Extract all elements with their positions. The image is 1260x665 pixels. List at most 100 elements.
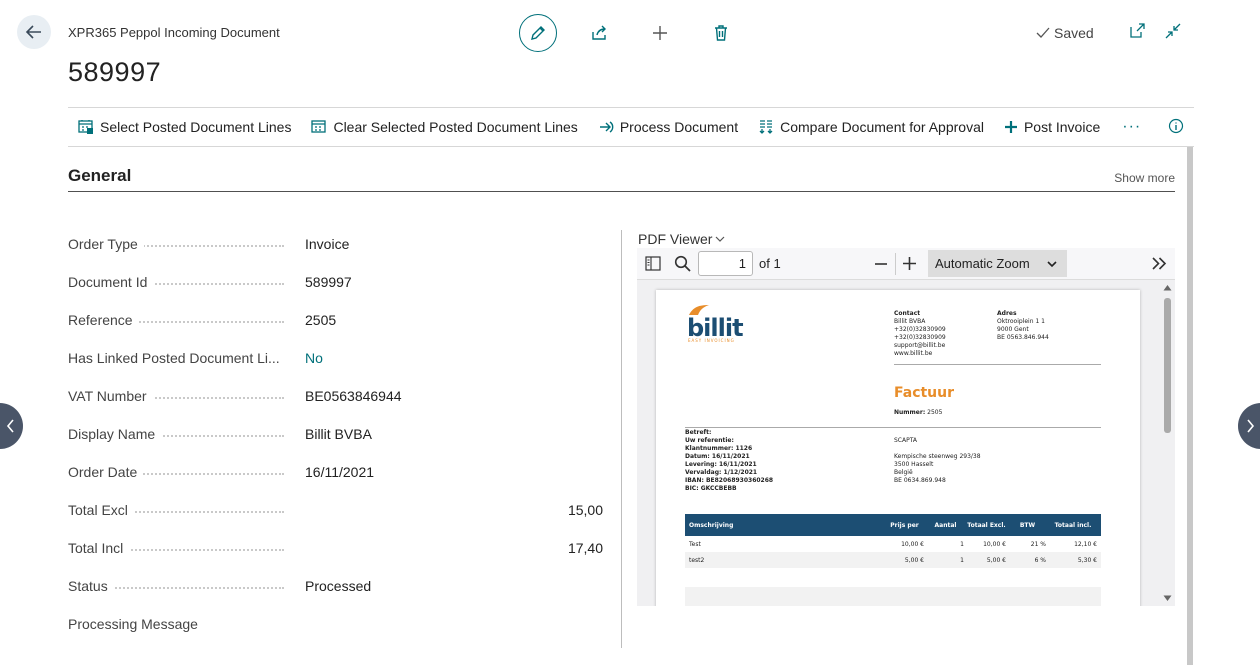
column-header: Aantal [934, 521, 957, 529]
chevron-down-icon [1047, 250, 1057, 277]
post-invoice-action[interactable]: Post Invoice [994, 119, 1110, 135]
new-button[interactable] [641, 14, 679, 52]
field-processing-message: Processing Message [68, 605, 603, 643]
field-value[interactable]: Invoice [305, 236, 349, 252]
column-divider [621, 230, 622, 648]
field-value[interactable]: Billit BVBA [305, 426, 372, 442]
field-display-name: Display Name Billit BVBA [68, 415, 603, 453]
contact-line: +32(0)32830909 [894, 334, 946, 341]
contact-line: www.billit.be [894, 350, 933, 357]
divider-line [685, 427, 1101, 428]
scroll-down-icon[interactable] [1163, 595, 1172, 602]
plus-icon [653, 26, 667, 40]
zoom-in-icon[interactable] [902, 256, 917, 271]
table-cell: 21 % [1030, 540, 1046, 548]
address-line: BE 0563.846.944 [997, 334, 1049, 341]
field-label: Order Type [68, 236, 144, 252]
field-label: Total Excl [68, 502, 134, 518]
check-icon [1036, 27, 1050, 38]
process-document-action[interactable]: Process Document [588, 119, 748, 135]
field-label: Order Date [68, 464, 144, 480]
top-actions [519, 14, 740, 52]
customer-line: 3500 Hasselt [894, 461, 934, 468]
invoice-lines-table: Omschrijving Prijs per Aantal Totaal Exc… [685, 514, 1101, 568]
select-posted-lines-action[interactable]: Select Posted Document Lines [68, 119, 301, 135]
chevron-left-icon [6, 419, 14, 433]
page-number-input[interactable]: 1 [698, 251, 753, 276]
column-header: Totaal incl. [1054, 521, 1092, 529]
field-value[interactable]: 2505 [305, 312, 336, 328]
arrow-left-icon [25, 25, 41, 39]
section-title[interactable]: General [68, 166, 1175, 186]
more-actions-button[interactable]: ··· [1110, 118, 1153, 136]
chevron-right-icon [1247, 419, 1255, 433]
window-controls [1128, 22, 1182, 40]
info-icon[interactable] [1168, 118, 1184, 134]
document-type: Factuur [894, 385, 955, 401]
field-value[interactable]: 15,00 [568, 502, 603, 518]
invoice-number: Nummer: 2505 [894, 409, 942, 417]
field-value[interactable]: 17,40 [568, 540, 603, 556]
zoom-out-icon[interactable] [874, 257, 888, 271]
field-label: Document Id [68, 274, 154, 290]
contact-line: Billit BVBA [894, 318, 926, 325]
previous-record-button[interactable] [0, 403, 23, 449]
field-value[interactable]: Processed [305, 578, 371, 594]
double-chevron-right-icon[interactable] [1151, 256, 1167, 271]
table-cell: 5,00 € [986, 556, 1006, 564]
general-fields: Order Type Invoice Document Id 589997 Re… [68, 225, 603, 643]
table-cell: 1 [960, 540, 964, 548]
invoice-meta: Betreft: Uw referentie: Klantnummer: 112… [685, 429, 773, 493]
field-value[interactable]: 16/11/2021 [305, 464, 374, 480]
collapse-icon[interactable] [1164, 22, 1182, 40]
action-label: Process Document [619, 119, 739, 135]
field-label: Has Linked Posted Document Li... [68, 350, 286, 366]
field-has-linked-posted-document: Has Linked Posted Document Li... No [68, 339, 603, 377]
field-total-incl: Total Incl 17,40 [68, 529, 603, 567]
action-label: Clear Selected Posted Document Lines [333, 119, 578, 135]
table-cell: 10,00 € [983, 540, 1006, 548]
share-button[interactable] [580, 14, 618, 52]
select-lines-icon [78, 120, 93, 134]
edit-button[interactable] [519, 14, 557, 52]
customer-line: SCAPTA [894, 437, 918, 444]
customer-line: BE 0634.869.948 [894, 477, 946, 484]
compare-document-action[interactable]: Compare Document for Approval [748, 119, 994, 135]
chevron-down-icon [716, 236, 725, 242]
clear-posted-lines-action[interactable]: Clear Selected Posted Document Lines [301, 119, 587, 135]
pdf-viewer-label[interactable]: PDF Viewer [638, 231, 725, 247]
table-row: test2 5,00 € 1 5,00 € 6 % 5,30 € [685, 552, 1101, 568]
field-label: Reference [68, 312, 139, 328]
general-section-header: General Show more [68, 166, 1175, 192]
number-value: 2505 [927, 409, 943, 416]
share-icon [592, 25, 606, 40]
scroll-up-icon[interactable] [1163, 284, 1172, 291]
search-icon[interactable] [674, 255, 691, 272]
field-vat-number: VAT Number BE0563846944 [68, 377, 603, 415]
sidebar-toggle-icon[interactable] [645, 256, 661, 271]
pdf-scrollbar[interactable] [1161, 282, 1173, 604]
open-new-window-icon[interactable] [1128, 22, 1146, 40]
next-record-button[interactable] [1238, 403, 1260, 449]
table-footer [685, 587, 1101, 606]
show-more-link[interactable]: Show more [1114, 171, 1175, 185]
customer-block: SCAPTA Kempische steenweg 293/38 3500 Ha… [894, 437, 981, 485]
scroll-thumb[interactable] [1164, 298, 1171, 433]
field-value[interactable]: 589997 [305, 274, 352, 290]
pdf-toolbar: 1 of 1 Automatic Zoom [637, 248, 1175, 280]
field-total-excl: Total Excl 15,00 [68, 491, 603, 529]
field-label: Display Name [68, 426, 162, 442]
back-button[interactable] [17, 15, 51, 49]
clear-lines-icon [311, 120, 327, 133]
page-scrollbar[interactable] [1187, 147, 1193, 665]
meta-line: Levering: 16/11/2021 [685, 461, 757, 468]
column-header: BTW [1019, 521, 1036, 529]
action-bar: Select Posted Document Lines Clear Selec… [68, 107, 1194, 147]
field-order-type: Order Type Invoice [68, 225, 603, 263]
delete-button[interactable] [702, 14, 740, 52]
field-value[interactable]: BE0563846944 [305, 388, 402, 404]
field-value-link[interactable]: No [305, 350, 323, 366]
table-cell: 10,00 € [901, 540, 924, 548]
field-status: Status Processed [68, 567, 603, 605]
zoom-select[interactable]: Automatic Zoom [928, 250, 1067, 277]
